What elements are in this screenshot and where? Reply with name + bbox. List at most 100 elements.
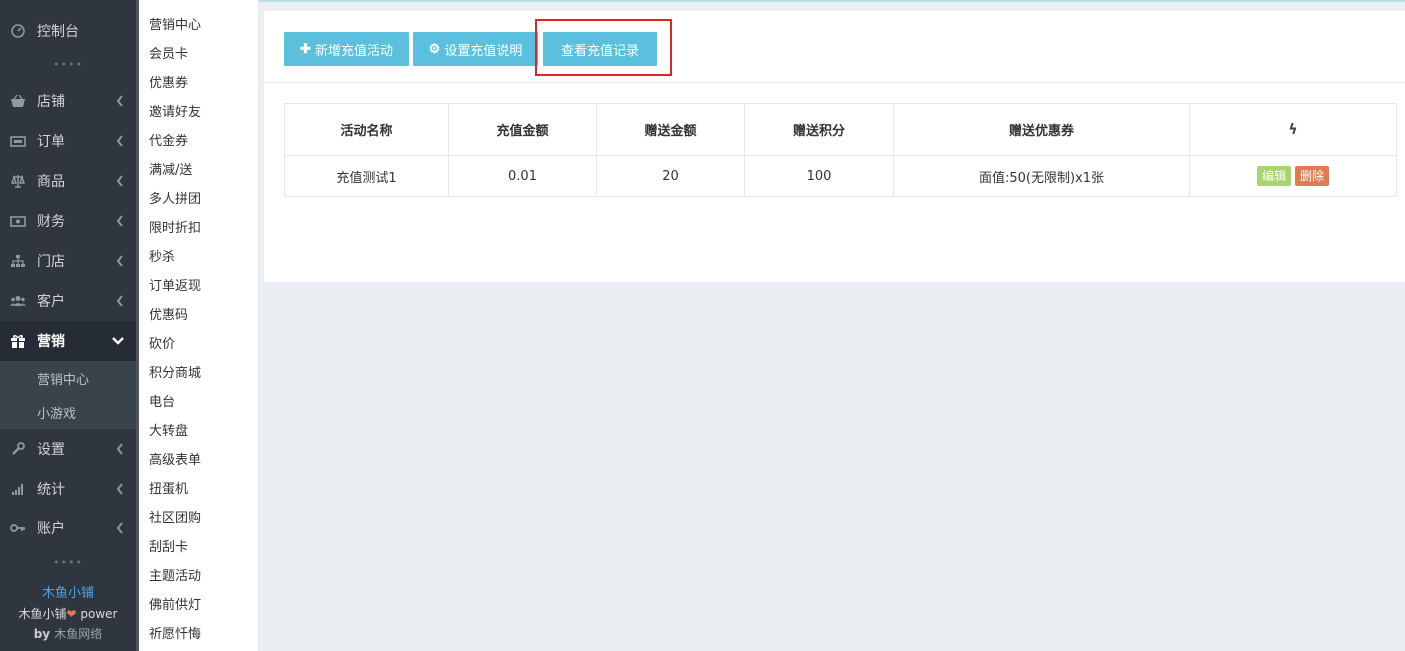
submenu-item[interactable]: 代金券 xyxy=(149,133,188,151)
bolt-icon: ϟ xyxy=(1288,121,1298,138)
main-sidebar: 控制台 •••• 店铺 订单 商品 财务 门店 客户 营销 营销中心 小游戏 设… xyxy=(0,0,139,651)
submenu-item[interactable]: 主题活动 xyxy=(149,568,201,586)
chevron-down-icon xyxy=(112,337,124,345)
submenu-item[interactable]: 社区团购 xyxy=(149,510,201,528)
top-accent-line xyxy=(259,0,1405,2)
gear-icon: ⚙ xyxy=(428,41,441,56)
column-header-activity-name: 活动名称 xyxy=(284,103,449,156)
submenu-item[interactable]: 电台 xyxy=(149,394,175,412)
cell-gift-points: 100 xyxy=(744,155,894,197)
sidebar-item-orders[interactable]: 订单 xyxy=(0,121,136,161)
table-row: 充值测试1 0.01 20 100 面值:50(无限制)x1张 编辑 删除 xyxy=(284,155,1397,197)
submenu-item[interactable]: 佛前供灯 xyxy=(149,597,201,615)
wrench-icon xyxy=(10,441,26,457)
sidebar-subitem-marketing-center[interactable]: 营销中心 xyxy=(0,361,136,395)
footer-power: 木鱼小铺❤ power xyxy=(0,604,136,624)
column-header-recharge-amount: 充值金额 xyxy=(448,103,597,156)
sidebar-item-products[interactable]: 商品 xyxy=(0,161,136,201)
column-header-actions: ϟ xyxy=(1189,103,1397,156)
sidebar-item-label: 客户 xyxy=(37,294,65,310)
sidebar-item-customers[interactable]: 客户 xyxy=(0,281,136,321)
submenu-item[interactable]: 祈愿忏悔 xyxy=(149,626,201,644)
chevron-left-icon xyxy=(116,135,123,147)
dashboard-icon xyxy=(10,23,26,39)
ticket-icon xyxy=(10,133,26,149)
heart-icon: ❤ xyxy=(66,607,77,621)
chevron-left-icon xyxy=(116,215,123,227)
records-button-label: 查看充值记录 xyxy=(560,42,639,58)
submenu-item[interactable]: 优惠券 xyxy=(149,75,188,93)
submenu-item[interactable]: 大转盘 xyxy=(149,423,188,441)
column-header-gift-amount: 赠送金额 xyxy=(596,103,745,156)
view-recharge-records-button[interactable]: 查看充值记录 xyxy=(543,32,657,66)
chevron-left-icon xyxy=(116,522,123,534)
sidebar-item-label: 财务 xyxy=(37,214,65,230)
sidebar-footer: 木鱼小铺 木鱼小铺❤ power by 木鱼网络 xyxy=(0,584,136,644)
sidebar-item-account[interactable]: 账户 xyxy=(0,508,136,548)
money-icon xyxy=(10,213,26,229)
submenu-item[interactable]: 订单返现 xyxy=(149,278,201,296)
sidebar-item-store[interactable]: 店铺 xyxy=(0,81,136,121)
table-header-row: 活动名称 充值金额 赠送金额 赠送积分 赠送优惠券 ϟ xyxy=(284,103,1397,156)
submenu-item[interactable]: 邀请好友 xyxy=(149,104,201,122)
chevron-left-icon xyxy=(116,443,123,455)
footer-brand: 木鱼小铺 xyxy=(41,586,94,601)
sidebar-divider-dots: •••• xyxy=(53,58,83,71)
sidebar-item-finance[interactable]: 财务 xyxy=(0,201,136,241)
submenu-item[interactable]: 秒杀 xyxy=(149,249,175,267)
cell-gift-amount: 20 xyxy=(596,155,745,197)
chevron-left-icon xyxy=(116,95,123,107)
settings-button-label: 设置充值说明 xyxy=(444,42,523,58)
sidebar-item-label: 营销 xyxy=(37,334,65,350)
submenu-item[interactable]: 砍价 xyxy=(149,336,175,354)
sitemap-icon xyxy=(10,253,26,269)
sidebar-item-marketing[interactable]: 营销 xyxy=(0,321,136,361)
sidebar-item-label: 订单 xyxy=(37,134,65,150)
sidebar-item-statistics[interactable]: 统计 xyxy=(0,469,136,509)
submenu-item[interactable]: 满减/送 xyxy=(149,162,192,180)
submenu-item[interactable]: 优惠码 xyxy=(149,307,188,325)
chevron-left-icon xyxy=(116,175,123,187)
submenu-item[interactable]: 积分商城 xyxy=(149,365,201,383)
basket-icon xyxy=(10,93,26,109)
marketing-submenu: 营销中心 会员卡 优惠券 邀请好友 代金券 满减/送 多人拼团 限时折扣 秒杀 … xyxy=(139,0,259,651)
balance-scale-icon xyxy=(10,173,26,189)
sidebar-item-label: 账户 xyxy=(37,521,65,537)
sidebar-item-label: 设置 xyxy=(37,442,65,458)
sidebar-item-label: 控制台 xyxy=(37,24,79,40)
cell-actions: 编辑 删除 xyxy=(1189,155,1397,197)
sidebar-item-label: 商品 xyxy=(37,174,65,190)
add-button-label: 新增充值活动 xyxy=(314,42,393,58)
submenu-item[interactable]: 扭蛋机 xyxy=(149,481,188,499)
footer-by-prefix: by xyxy=(33,627,55,641)
delete-button[interactable]: 删除 xyxy=(1295,166,1330,186)
footer-power-suffix: power xyxy=(76,607,118,621)
cell-gift-coupon: 面值:50(无限制)x1张 xyxy=(893,155,1190,197)
footer-by: by 木鱼网络 xyxy=(0,624,136,644)
submenu-item[interactable]: 多人拼团 xyxy=(149,191,201,209)
main-panel: ✚ 新增充值活动 ⚙ 设置充值说明 查看充值记录 活动名称 充值金额 赠送金额 … xyxy=(264,11,1405,282)
submenu-item[interactable]: 高级表单 xyxy=(149,452,201,470)
plus-icon: ✚ xyxy=(300,41,311,56)
sidebar-item-dashboard[interactable]: 控制台 xyxy=(0,11,136,51)
chevron-left-icon xyxy=(116,295,123,307)
key-icon xyxy=(10,520,26,536)
column-header-gift-points: 赠送积分 xyxy=(744,103,894,156)
sidebar-item-settings[interactable]: 设置 xyxy=(0,429,136,469)
chevron-left-icon xyxy=(116,483,123,495)
sidebar-subitem-mini-games[interactable]: 小游戏 xyxy=(0,395,136,429)
cell-recharge-amount: 0.01 xyxy=(448,155,597,197)
edit-button[interactable]: 编辑 xyxy=(1256,166,1291,186)
add-recharge-activity-button[interactable]: ✚ 新增充值活动 xyxy=(284,32,409,66)
signal-icon xyxy=(10,481,26,497)
submenu-item[interactable]: 刮刮卡 xyxy=(149,539,188,557)
submenu-item[interactable]: 营销中心 xyxy=(149,17,201,35)
users-icon xyxy=(10,293,26,309)
submenu-item[interactable]: 会员卡 xyxy=(149,46,188,64)
column-header-gift-coupon: 赠送优惠券 xyxy=(893,103,1190,156)
cell-activity-name: 充值测试1 xyxy=(284,155,449,197)
set-recharge-description-button[interactable]: ⚙ 设置充值说明 xyxy=(413,32,538,66)
sidebar-item-stores[interactable]: 门店 xyxy=(0,241,136,281)
gift-icon xyxy=(10,333,26,349)
submenu-item[interactable]: 限时折扣 xyxy=(149,220,201,238)
